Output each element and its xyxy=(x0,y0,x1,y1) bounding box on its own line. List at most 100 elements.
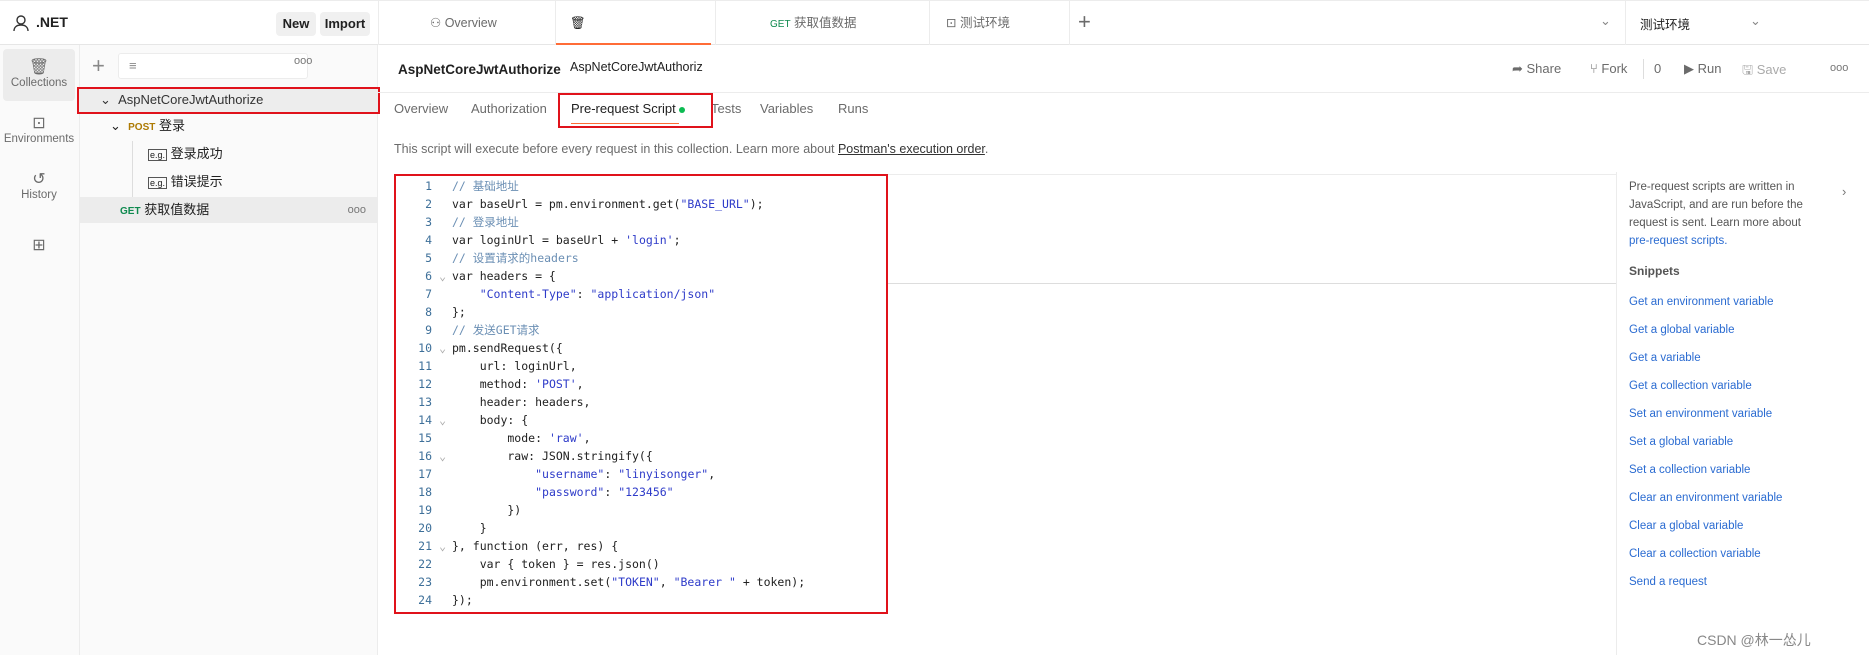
snippet-link[interactable]: Set a collection variable xyxy=(1629,464,1750,476)
code-line[interactable]: // 发送GET请求 xyxy=(452,321,540,339)
snippet-link[interactable]: Send a request xyxy=(1629,576,1707,588)
code-line[interactable]: // 登录地址 xyxy=(452,213,519,231)
add-workspace-icon[interactable]: ⊞ xyxy=(3,235,75,255)
snippet-link[interactable]: Set a global variable xyxy=(1629,436,1733,448)
code-line[interactable]: "username": "linyisonger", xyxy=(452,465,715,483)
line-number: 17 xyxy=(418,467,432,481)
code-line[interactable]: }, function (err, res) { xyxy=(452,537,618,555)
snippet-link[interactable]: Get a global variable xyxy=(1629,324,1734,336)
code-line[interactable]: url: loginUrl, xyxy=(452,357,577,375)
filter-icon: ≡ xyxy=(129,58,137,73)
fold-icon[interactable]: ⌄ xyxy=(434,537,446,555)
code-line[interactable]: mode: 'raw', xyxy=(452,429,590,447)
line-number: 4 xyxy=(425,233,432,247)
new-button[interactable]: New xyxy=(276,12,316,36)
snippet-link[interactable]: Clear a global variable xyxy=(1629,520,1743,532)
code-line[interactable]: body: { xyxy=(452,411,528,429)
tab-overview[interactable]: ⚇ Overview xyxy=(416,1,556,45)
line-number: 18 xyxy=(418,485,432,499)
environment-selector[interactable]: 测试环境 xyxy=(1640,14,1690,33)
code-line[interactable]: pm.sendRequest({ xyxy=(452,339,563,357)
tab-authorization[interactable]: Authorization xyxy=(471,101,547,116)
save-icon: 🖫 xyxy=(1742,62,1757,77)
run-button[interactable]: ▶ Run xyxy=(1684,61,1721,77)
line-number: 8 xyxy=(425,305,432,319)
fold-icon[interactable]: ⌄ xyxy=(434,339,446,357)
snippet-link[interactable]: Get a variable xyxy=(1629,352,1701,364)
tab-collection[interactable]: 🗑︎ AspNetCoreJwtAuthoriz xyxy=(556,1,716,74)
snippets-title: Snippets xyxy=(1629,264,1680,278)
snippet-link[interactable]: Clear an environment variable xyxy=(1629,492,1782,504)
add-tab-icon[interactable]: + xyxy=(1078,9,1091,35)
rail-history[interactable]: ↺ History xyxy=(3,163,75,201)
snippet-link[interactable]: Get a collection variable xyxy=(1629,380,1752,392)
fork-button[interactable]: ⑂ Fork xyxy=(1590,61,1627,76)
tabs-chevron-down-icon[interactable]: ⌄ xyxy=(1600,13,1611,29)
environments-icon: ⊡ xyxy=(32,115,46,132)
line-number: 16 xyxy=(418,449,432,463)
code-line[interactable]: "password": "123456" xyxy=(452,483,674,501)
tab-overview[interactable]: Overview xyxy=(394,101,448,116)
line-number: 15 xyxy=(418,431,432,445)
code-line[interactable]: }; xyxy=(452,303,466,321)
code-line[interactable]: method: 'POST', xyxy=(452,375,584,393)
line-number: 7 xyxy=(425,287,432,301)
execution-order-link[interactable]: Postman's execution order xyxy=(838,142,985,156)
left-rail: 🗑︎ Collections ⊡ Environments ↺ History ⊞ xyxy=(0,45,80,655)
highlight-box xyxy=(558,93,713,128)
snippet-link[interactable]: Clear a collection variable xyxy=(1629,548,1761,560)
tab-tests[interactable]: Tests xyxy=(711,101,741,116)
snippets-help: Pre-request scripts are written in JavaSc… xyxy=(1629,178,1819,250)
env-chevron-down-icon[interactable]: ⌄ xyxy=(1750,13,1761,29)
request-more-icon[interactable]: ooo xyxy=(348,197,366,223)
line-number: 3 xyxy=(425,215,432,229)
example-icon: e.g. xyxy=(148,149,168,161)
save-button[interactable]: 🖫 Save xyxy=(1742,61,1786,83)
fold-icon[interactable]: ⌄ xyxy=(434,411,446,429)
more-icon[interactable]: ooo xyxy=(1830,62,1848,74)
sidebar-more-icon[interactable]: ooo xyxy=(294,55,312,67)
tree-request-get[interactable]: GET 获取值数据 ooo xyxy=(80,197,378,223)
tab-get-request[interactable]: GET 获取值数据 xyxy=(740,1,930,45)
add-collection-icon[interactable]: + xyxy=(92,53,105,79)
collapse-chevron-right-icon[interactable]: › xyxy=(1842,184,1846,199)
fold-icon[interactable]: ⌄ xyxy=(434,267,446,285)
user-icon[interactable] xyxy=(12,14,30,32)
line-number: 1 xyxy=(425,179,432,193)
snippets-panel: Pre-request scripts are written in JavaSc… xyxy=(1616,172,1869,655)
code-line[interactable]: var baseUrl = pm.environment.get("BASE_U… xyxy=(452,195,764,213)
tree-example[interactable]: e.g. 登录成功 xyxy=(80,141,378,167)
rail-collections[interactable]: 🗑︎ Collections xyxy=(3,49,75,101)
workspace-name[interactable]: .NET xyxy=(36,14,68,30)
line-number: 13 xyxy=(418,395,432,409)
share-button[interactable]: ➦ Share xyxy=(1512,61,1561,77)
code-line[interactable]: header: headers, xyxy=(452,393,591,411)
chevron-down-icon: ⌄ xyxy=(110,118,121,133)
code-line[interactable]: // 设置请求的headers xyxy=(452,249,579,267)
code-line[interactable]: var { token } = res.json() xyxy=(452,555,660,573)
code-line[interactable]: // 基础地址 xyxy=(452,177,519,195)
import-button[interactable]: Import xyxy=(320,12,370,36)
code-line[interactable]: pm.environment.set("TOKEN", "Bearer " + … xyxy=(452,573,805,591)
pre-request-scripts-link[interactable]: pre-request scripts. xyxy=(1629,232,1819,250)
code-line[interactable]: var headers = { xyxy=(452,267,556,285)
code-line[interactable]: }) xyxy=(452,501,521,519)
tab-variables[interactable]: Variables xyxy=(760,101,813,116)
snippet-link[interactable]: Set an environment variable xyxy=(1629,408,1772,420)
tab-environment[interactable]: ⊡ 测试环境 xyxy=(930,1,1070,45)
code-line[interactable]: } xyxy=(452,519,487,537)
share-icon: ➦ xyxy=(1512,61,1527,76)
top-bar: .NET New Import ⚇ Overview 🗑︎ AspNetCore… xyxy=(0,0,1869,74)
code-line[interactable]: }); xyxy=(452,591,473,609)
rail-environments[interactable]: ⊡ Environments xyxy=(3,107,75,145)
tree-example[interactable]: e.g. 错误提示 xyxy=(80,169,378,195)
code-line[interactable]: raw: JSON.stringify({ xyxy=(452,447,652,465)
code-line[interactable]: var loginUrl = baseUrl + 'login'; xyxy=(452,231,681,249)
tree-request-post[interactable]: ⌄ POST 登录 xyxy=(80,113,378,139)
filter-input[interactable]: ≡ xyxy=(118,53,308,79)
code-line[interactable]: "Content-Type": "application/json" xyxy=(452,285,715,303)
tab-runs[interactable]: Runs xyxy=(838,101,868,116)
code-editor[interactable]: 1 // 基础地址 2 var baseUrl = pm.environment.ge… xyxy=(394,174,888,614)
fold-icon[interactable]: ⌄ xyxy=(434,447,446,465)
snippet-link[interactable]: Get an environment variable xyxy=(1629,296,1773,308)
